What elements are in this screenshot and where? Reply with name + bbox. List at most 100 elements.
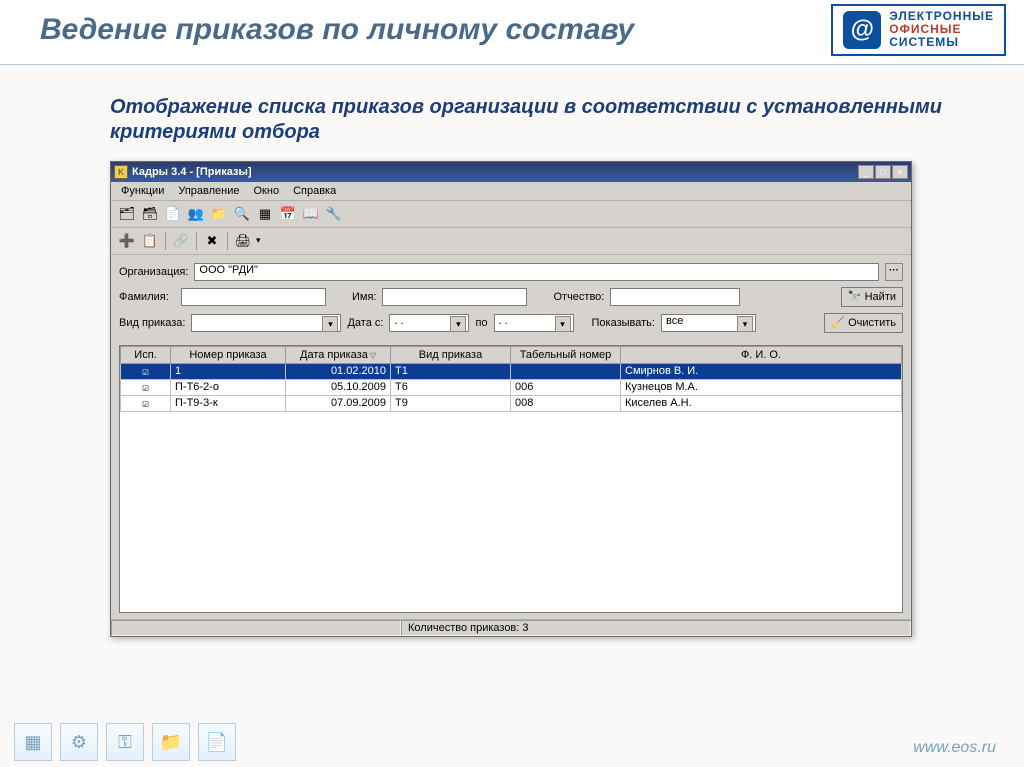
date-to-label: по — [475, 317, 487, 329]
titlebar: K Кадры 3.4 - [Приказы] _ □ × — [111, 162, 911, 182]
org-label: Организация: — [119, 266, 188, 278]
table-row[interactable]: ☑ 1 01.02.2010 Т1 Смирнов В. И. — [121, 363, 902, 379]
maximize-button[interactable]: □ — [875, 165, 891, 179]
logo: @ ЭЛЕКТРОННЫЕ ОФИСНЫЕ СИСТЕМЫ — [831, 4, 1006, 56]
link-icon[interactable]: 🔗 — [171, 231, 191, 251]
logo-swirl-icon: @ — [843, 11, 881, 49]
binoculars-icon: 🔭 — [848, 290, 862, 303]
menu-manage[interactable]: Управление — [172, 184, 245, 198]
find-button-label: Найти — [865, 291, 896, 303]
footer-org-icon: ⚙ — [60, 723, 98, 761]
show-select[interactable]: все — [661, 314, 756, 332]
menu-functions[interactable]: Функции — [115, 184, 170, 198]
delete-icon[interactable]: ✖ — [202, 231, 222, 251]
cell-fio: Смирнов В. И. — [621, 363, 902, 379]
statusbar: Количество приказов: 3 — [111, 619, 911, 636]
footer-url: www.eos.ru — [913, 739, 996, 757]
show-label: Показывать: — [592, 317, 655, 329]
folder-icon[interactable]: 📁 — [209, 204, 229, 224]
minimize-button[interactable]: _ — [858, 165, 874, 179]
firstname-input[interactable] — [382, 288, 527, 306]
status-cell-left — [111, 620, 401, 636]
card-yellow-icon[interactable]: 🗂 — [117, 204, 137, 224]
cell-date: 05.10.2009 — [286, 379, 391, 395]
close-button[interactable]: × — [892, 165, 908, 179]
cell-tab: 006 — [511, 379, 621, 395]
separator — [196, 232, 197, 250]
calendar-icon[interactable]: 📅 — [278, 204, 298, 224]
cell-number: П-Т9-3-к — [171, 395, 286, 411]
footer-doc-icon: 📄 — [198, 723, 236, 761]
logo-line3: СИСТЕМЫ — [889, 36, 994, 49]
middlename-label: Отчество: — [553, 291, 604, 303]
clear-button[interactable]: 🧹 Очистить — [824, 313, 903, 333]
cell-date: 01.02.2010 — [286, 363, 391, 379]
lastname-input[interactable] — [181, 288, 326, 306]
search-icon[interactable]: 🔍 — [232, 204, 252, 224]
col-exec[interactable]: Исп. — [121, 346, 171, 363]
type-select[interactable] — [191, 314, 341, 332]
middlename-input[interactable] — [610, 288, 740, 306]
table-row[interactable]: ☑ П-Т9-3-к 07.09.2009 Т9 008 Киселев А.Н… — [121, 395, 902, 411]
people-icon[interactable]: 👥 — [186, 204, 206, 224]
cell-number: П-Т6-2-о — [171, 379, 286, 395]
org-input[interactable]: ООО "РДИ" — [194, 263, 879, 281]
separator — [165, 232, 166, 250]
logo-line2: ОФИСНЫЕ — [889, 22, 961, 36]
col-type[interactable]: Вид приказа — [391, 346, 511, 363]
col-number[interactable]: Номер приказа — [171, 346, 286, 363]
menu-help[interactable]: Справка — [287, 184, 342, 198]
row-check[interactable]: ☑ — [121, 363, 171, 379]
col-date[interactable]: Дата приказа▽ — [286, 346, 391, 363]
orders-table: Исп. Номер приказа Дата приказа▽ Вид при… — [119, 345, 903, 613]
cell-tab: 008 — [511, 395, 621, 411]
cell-type: Т9 — [391, 395, 511, 411]
subtitle: Отображение списка приказов организации … — [110, 95, 984, 145]
book-icon[interactable]: 📖 — [301, 204, 321, 224]
date-from-input[interactable]: . . — [389, 314, 469, 332]
dropdown-arrow-icon[interactable]: ▾ — [256, 235, 261, 246]
find-button[interactable]: 🔭 Найти — [841, 287, 903, 307]
cell-number: 1 — [171, 363, 286, 379]
footer-calc-icon: ▦ — [14, 723, 52, 761]
table-empty-area — [120, 412, 902, 612]
sort-desc-icon: ▽ — [370, 351, 376, 360]
footer-icons: ▦ ⚙ ⚿ 📁 📄 — [14, 723, 236, 761]
copy-icon[interactable]: 📋 — [140, 231, 160, 251]
cell-date: 07.09.2009 — [286, 395, 391, 411]
type-label: Вид приказа: — [119, 317, 185, 329]
print-icon[interactable]: 🖨 — [233, 231, 253, 251]
document-icon[interactable]: 📄 — [163, 204, 183, 224]
cell-fio: Кузнецов М.А. — [621, 379, 902, 395]
col-fio[interactable]: Ф. И. О. — [621, 346, 902, 363]
cell-fio: Киселев А.Н. — [621, 395, 902, 411]
grid-icon[interactable]: ▦ — [255, 204, 275, 224]
titlebar-text: Кадры 3.4 - [Приказы] — [132, 166, 858, 178]
tool-icon[interactable]: 🔧 — [324, 204, 344, 224]
org-browse-button[interactable]: ··· — [885, 263, 903, 281]
sub-toolbar: ➕ 📋 🔗 ✖ 🖨 ▾ — [111, 228, 911, 255]
main-toolbar: 🗂 🗃 📄 👥 📁 🔍 ▦ 📅 📖 🔧 — [111, 201, 911, 228]
menu-window[interactable]: Окно — [248, 184, 286, 198]
firstname-label: Имя: — [352, 291, 376, 303]
new-icon[interactable]: ➕ — [117, 231, 137, 251]
status-count: Количество приказов: 3 — [401, 620, 911, 636]
clear-button-label: Очистить — [848, 317, 896, 329]
lastname-label: Фамилия: — [119, 291, 175, 303]
footer-folder-icon: 📁 — [152, 723, 190, 761]
card-green-icon[interactable]: 🗃 — [140, 204, 160, 224]
separator — [227, 232, 228, 250]
cell-type: Т1 — [391, 363, 511, 379]
table-row[interactable]: ☑ П-Т6-2-о 05.10.2009 Т6 006 Кузнецов М.… — [121, 379, 902, 395]
menubar: Функции Управление Окно Справка — [111, 182, 911, 201]
cell-tab — [511, 363, 621, 379]
date-to-input[interactable]: . . — [494, 314, 574, 332]
row-check[interactable]: ☑ — [121, 395, 171, 411]
app-window: K Кадры 3.4 - [Приказы] _ □ × Функции Уп… — [110, 161, 912, 637]
cell-type: Т6 — [391, 379, 511, 395]
app-icon: K — [114, 165, 128, 179]
col-tabnum[interactable]: Табельный номер — [511, 346, 621, 363]
row-check[interactable]: ☑ — [121, 379, 171, 395]
eraser-icon: 🧹 — [831, 316, 845, 329]
page-title: Ведение приказов по личному составу — [40, 14, 634, 46]
